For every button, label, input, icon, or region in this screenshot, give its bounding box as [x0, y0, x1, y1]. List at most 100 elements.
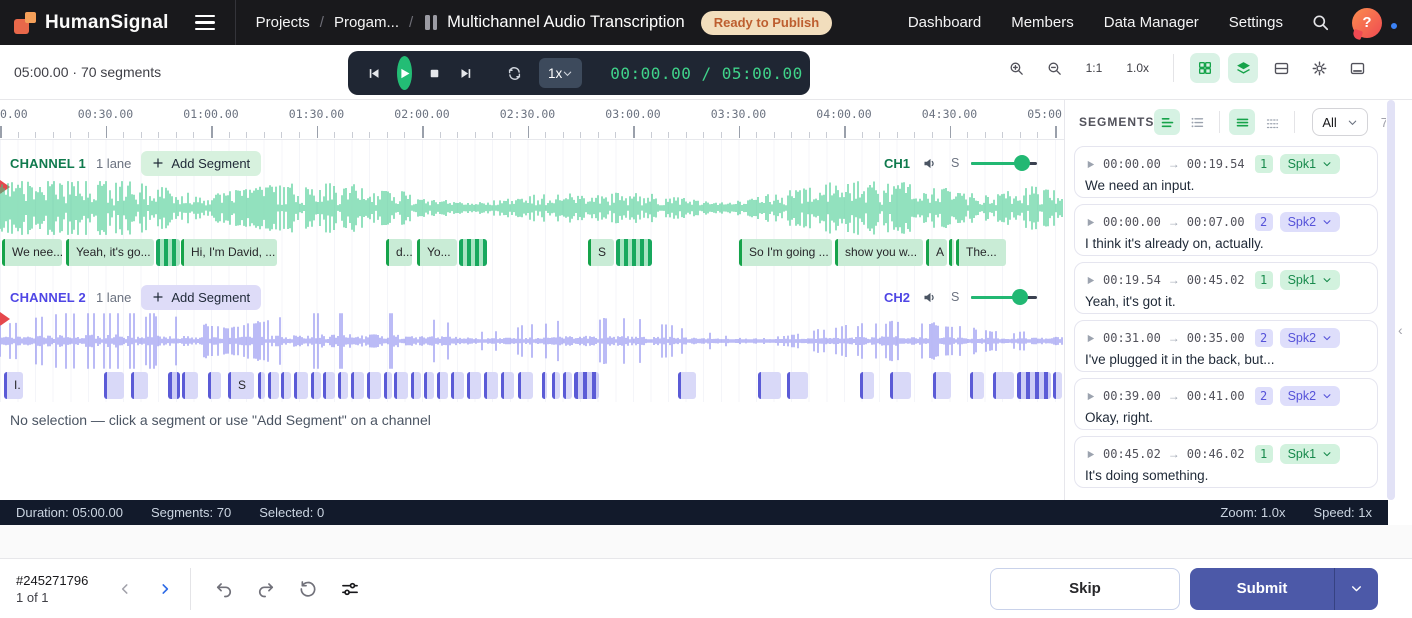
speaker-select[interactable]: Spk1 — [1280, 444, 1341, 464]
audio-segment[interactable] — [311, 372, 321, 399]
add-segment-button-ch2[interactable]: Add Segment — [141, 285, 261, 310]
audio-segment[interactable] — [970, 372, 984, 399]
audio-segment[interactable] — [758, 372, 781, 399]
detailed-list-view-icon[interactable] — [1154, 109, 1180, 135]
audio-segment[interactable] — [338, 372, 348, 399]
audio-segment[interactable] — [501, 372, 514, 399]
play-segment-icon[interactable] — [1085, 449, 1096, 460]
sidebar-scrollbar[interactable] — [1387, 100, 1395, 500]
bottom-panel-icon[interactable] — [1342, 53, 1372, 83]
speaker-select[interactable]: Spk1 — [1280, 154, 1341, 174]
undo-icon[interactable] — [208, 573, 240, 605]
audio-segment[interactable] — [208, 372, 221, 399]
audio-segment[interactable] — [168, 372, 180, 399]
zoom-out-icon[interactable] — [1040, 53, 1070, 83]
audio-segment[interactable] — [451, 372, 464, 399]
redo-icon[interactable] — [250, 573, 282, 605]
audio-segment[interactable] — [467, 372, 481, 399]
audio-segment[interactable] — [258, 372, 265, 399]
audio-segment[interactable]: We nee... — [2, 239, 62, 266]
rows-layout-icon[interactable] — [1229, 109, 1255, 135]
audio-segment[interactable] — [933, 372, 951, 399]
segment-card[interactable]: 00:45.02 → 00:46.02 1 Spk1 It's doing so… — [1074, 436, 1378, 488]
volume-icon[interactable] — [922, 155, 939, 172]
audio-segment[interactable] — [542, 372, 547, 399]
audio-segment[interactable] — [616, 239, 652, 266]
play-segment-icon[interactable] — [1085, 391, 1096, 402]
channel-2-volume-slider[interactable] — [971, 289, 1037, 305]
play-button[interactable] — [397, 56, 412, 90]
hamburger-menu-icon[interactable] — [191, 11, 219, 34]
audio-segment[interactable] — [437, 372, 448, 399]
audio-segment[interactable]: The... — [956, 239, 1006, 266]
speaker-select[interactable]: Spk2 — [1280, 328, 1341, 348]
submit-dropdown-icon[interactable] — [1334, 568, 1378, 610]
audio-segment[interactable] — [323, 372, 335, 399]
audio-segment[interactable]: So I'm going ... — [739, 239, 832, 266]
collapse-sidebar-icon[interactable]: ‹ — [1398, 322, 1403, 338]
audio-segment[interactable] — [294, 372, 308, 399]
audio-segment[interactable] — [384, 372, 392, 399]
play-segment-icon[interactable] — [1085, 159, 1096, 170]
audio-segment[interactable]: A — [926, 239, 947, 266]
volume-icon[interactable] — [922, 289, 939, 306]
audio-segment[interactable] — [787, 372, 808, 399]
nav-members[interactable]: Members — [1011, 14, 1074, 31]
audio-segment[interactable]: S — [228, 372, 254, 399]
nav-settings[interactable]: Settings — [1229, 14, 1283, 31]
audio-segment[interactable] — [993, 372, 1014, 399]
audio-segment[interactable]: show you w... — [835, 239, 923, 266]
audio-segment[interactable] — [552, 372, 560, 399]
audio-segment[interactable] — [351, 372, 364, 399]
play-segment-icon[interactable] — [1085, 275, 1096, 286]
audio-segment[interactable] — [424, 372, 434, 399]
audio-segment[interactable]: d... — [386, 239, 412, 266]
audio-segment[interactable] — [574, 372, 599, 399]
audio-segment[interactable] — [394, 372, 408, 399]
help-button[interactable]: ? — [1352, 8, 1382, 38]
search-icon[interactable] — [1311, 13, 1330, 32]
audio-segment[interactable]: S — [588, 239, 614, 266]
audio-segment[interactable]: Hi, I'm David, ... — [181, 239, 277, 266]
segment-card[interactable]: 00:39.00 → 00:41.00 2 Spk2 Okay, right. — [1074, 378, 1378, 430]
audio-segment[interactable] — [484, 372, 498, 399]
audio-segment[interactable] — [182, 372, 198, 399]
audio-segment[interactable] — [156, 239, 180, 266]
audio-segment[interactable] — [1017, 372, 1051, 399]
split-rows-icon[interactable] — [1266, 53, 1296, 83]
timeline-ruler[interactable]: 00:00.0000:30.0001:00.0001:30.0002:00.00… — [0, 100, 1064, 140]
segment-card[interactable]: 00:31.00 → 00:35.00 2 Spk2 I've plugged … — [1074, 320, 1378, 372]
compact-list-view-icon[interactable] — [1184, 109, 1210, 135]
speaker-select[interactable]: Spk2 — [1280, 386, 1341, 406]
humansignal-logo[interactable]: HumanSignal — [14, 12, 169, 34]
settings-gear-icon[interactable] — [1304, 53, 1334, 83]
layers-icon[interactable] — [1228, 53, 1258, 83]
audio-segment[interactable] — [104, 372, 124, 399]
reset-icon[interactable] — [292, 573, 324, 605]
stop-button[interactable] — [426, 65, 443, 82]
audio-segment[interactable]: Yo... — [417, 239, 457, 266]
audio-segment[interactable] — [131, 372, 148, 399]
annotation-settings-icon[interactable] — [334, 573, 366, 605]
segment-card[interactable]: 00:00.00 → 00:07.00 2 Spk2 I think it's … — [1074, 204, 1378, 256]
breadcrumb-project[interactable]: Progam... — [334, 14, 399, 31]
segments-filter-select[interactable]: All — [1312, 108, 1367, 136]
add-segment-button-ch1[interactable]: Add Segment — [141, 151, 261, 176]
playback-speed-select[interactable]: 1x — [539, 58, 582, 88]
previous-task-icon[interactable] — [112, 576, 138, 602]
segment-card[interactable]: 00:00.00 → 00:19.54 1 Spk1 We need an in… — [1074, 146, 1378, 198]
audio-segment[interactable]: Yeah, it's go... — [66, 239, 154, 266]
audio-segment[interactable] — [860, 372, 874, 399]
submit-button[interactable]: Submit — [1190, 568, 1334, 610]
dotted-grid-icon[interactable] — [1259, 109, 1285, 135]
channel-1-volume-slider[interactable] — [971, 155, 1037, 171]
nav-data-manager[interactable]: Data Manager — [1104, 14, 1199, 31]
skip-to-end-button[interactable] — [457, 64, 476, 83]
audio-segment[interactable] — [1053, 372, 1062, 399]
channel-2-waveform[interactable] — [0, 312, 1064, 370]
audio-segment[interactable] — [367, 372, 381, 399]
audio-segment[interactable] — [678, 372, 696, 399]
speaker-select[interactable]: Spk2 — [1280, 212, 1341, 232]
audio-segment[interactable] — [890, 372, 911, 399]
audio-segment[interactable] — [459, 239, 487, 266]
